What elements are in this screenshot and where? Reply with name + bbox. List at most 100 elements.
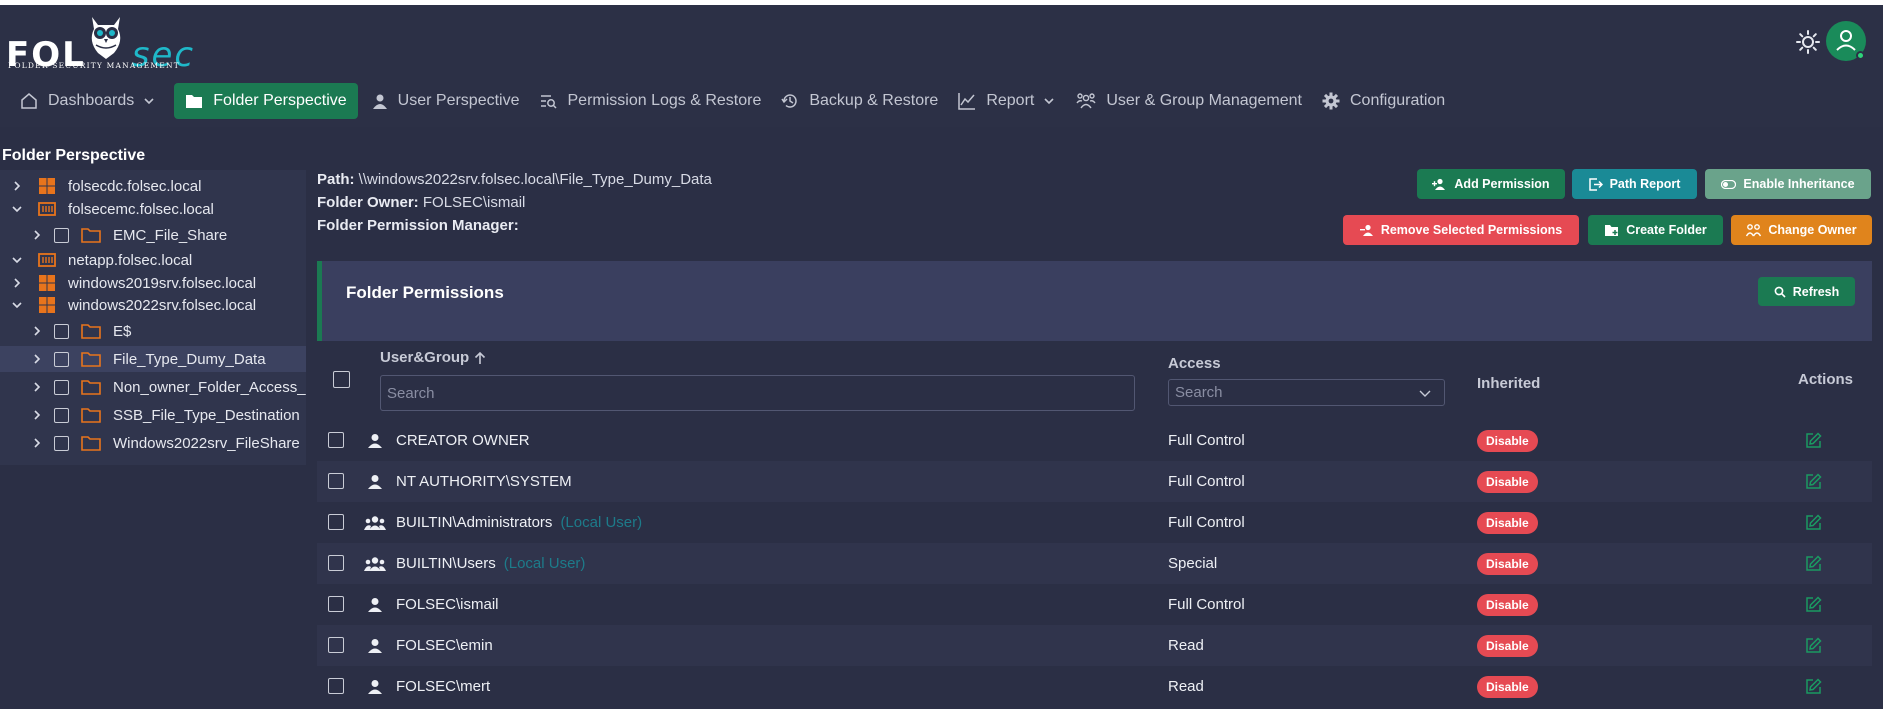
folder-tree: folsecdc.folsec.local folsecemc.folsec.l… [0,170,306,465]
table-row[interactable]: FOLSEC\ismail Full Control Disable [317,584,1872,625]
change-owner-button[interactable]: Change Owner [1731,215,1872,245]
tree-item-label: SSB_File_Type_Destination [113,406,300,424]
inherited-disable-badge[interactable]: Disable [1477,430,1538,452]
refresh-button[interactable]: Refresh [1758,277,1855,306]
chevron-right-icon[interactable] [31,353,43,365]
inherited-disable-badge[interactable]: Disable [1477,512,1538,534]
nav-report[interactable]: Report [948,83,1066,119]
chevron-right-icon[interactable] [31,325,43,337]
edit-icon[interactable] [1805,637,1822,654]
path-value: \\windows2022srv.folsec.local\File_Type_… [358,171,712,188]
row-checkbox[interactable] [328,637,344,653]
sort-ascending-icon[interactable] [473,351,487,365]
column-inherited[interactable]: Inherited [1477,375,1540,392]
user-group-search-input[interactable]: Search [380,375,1135,411]
storage-server-icon [38,253,56,267]
access-value: Read [1168,678,1204,695]
tree-item-checkbox[interactable] [54,351,69,367]
group-icon [364,516,386,530]
row-checkbox[interactable] [328,432,344,448]
tree-item-windows2022srv-fileshare[interactable]: Windows2022srv_FileShare [0,430,306,456]
nav-dashboards[interactable]: Dashboards [10,83,166,119]
table-row[interactable]: BUILTIN\Users (Local User) Special Disabl… [317,543,1872,584]
inherited-disable-badge[interactable]: Disable [1477,635,1538,657]
inherited-disable-badge[interactable]: Disable [1477,471,1538,493]
tree-item-windows2022srv[interactable]: windows2022srv.folsec.local [0,292,306,318]
edit-icon[interactable] [1805,473,1822,490]
row-checkbox[interactable] [328,678,344,694]
chevron-right-icon[interactable] [11,277,23,289]
tree-item-checkbox[interactable] [54,323,69,339]
user-name: CREATOR OWNER [396,432,530,449]
table-row[interactable]: FOLSEC\emin Read Disable [317,625,1872,666]
tree-item-checkbox[interactable] [54,227,69,243]
edit-icon[interactable] [1805,514,1822,531]
chevron-right-icon[interactable] [11,180,23,192]
chevron-down-icon[interactable] [11,203,23,215]
nav-configuration-label: Configuration [1350,92,1446,109]
chevron-right-icon[interactable] [31,229,43,241]
tree-item-non-owner-folder-access[interactable]: Non_owner_Folder_Access_ [0,374,306,400]
edit-icon[interactable] [1805,555,1822,572]
nav-user-perspective[interactable]: User Perspective [362,83,530,119]
add-users-icon [1432,178,1446,190]
inherited-disable-badge[interactable]: Disable [1477,594,1538,616]
tree-item-e-drive[interactable]: E$ [0,318,306,344]
edit-icon[interactable] [1805,678,1822,695]
enable-inheritance-button[interactable]: Enable Inheritance [1705,169,1871,199]
access-search-select[interactable]: Search [1168,379,1445,406]
row-checkbox[interactable] [328,514,344,530]
nav-folder-perspective-label: Folder Perspective [213,92,347,109]
tree-item-file-type-dumy-data[interactable]: File_Type_Dumy_Data [0,346,306,372]
user-icon [368,680,382,694]
chevron-right-icon[interactable] [31,381,43,393]
folder-owner: Folder Owner: FOLSEC\ismail [317,194,525,211]
nav-folder-perspective[interactable]: Folder Perspective [174,83,358,119]
folsec-logo[interactable]: FOL sec FOLDER SECURITY MANAGEMENT [6,11,206,75]
user-icon [368,475,382,489]
tree-item-checkbox[interactable] [54,379,69,395]
table-row[interactable]: NT AUTHORITY\SYSTEM Full Control Disable [317,461,1872,502]
tree-item-label: EMC_File_Share [113,226,228,244]
tree-item-ssb-file-type-destination[interactable]: SSB_File_Type_Destination [0,402,306,428]
row-checkbox[interactable] [328,473,344,489]
table-row[interactable]: BUILTIN\Administrators (Local User) Full … [317,502,1872,543]
select-all-checkbox[interactable] [333,371,350,388]
path-label: Path: [317,171,355,188]
remove-selected-permissions-button[interactable]: Remove Selected Permissions [1343,215,1579,245]
inherited-disable-badge[interactable]: Disable [1477,553,1538,575]
path-report-button[interactable]: Path Report [1572,169,1697,199]
nav-backup-restore[interactable]: Backup & Restore [771,83,948,119]
create-folder-button[interactable]: Create Folder [1588,215,1723,245]
inherited-disable-badge[interactable]: Disable [1477,676,1538,698]
tree-item-checkbox[interactable] [54,435,69,451]
tree-item-emc-file-share[interactable]: EMC_File_Share [0,222,306,248]
chevron-down-icon[interactable] [11,254,23,266]
edit-icon[interactable] [1805,432,1822,449]
row-checkbox[interactable] [328,555,344,571]
sun-theme-icon[interactable] [1795,29,1821,55]
chevron-down-icon[interactable] [11,299,23,311]
column-user-group[interactable]: User&Group [380,349,487,366]
permissions-table-header: User&Group Search Access Search Inherite… [317,341,1872,420]
nav-permission-logs[interactable]: Permission Logs & Restore [530,83,772,119]
chevron-right-icon[interactable] [31,409,43,421]
tree-item-folsecemc[interactable]: folsecemc.folsec.local [0,196,306,222]
chevron-right-icon[interactable] [31,437,43,449]
folder-path: Path: \\windows2022srv.folsec.local\File… [317,171,712,188]
users-icon [1076,93,1096,109]
table-row[interactable]: CREATOR OWNER Full Control Disable [317,420,1872,461]
table-row[interactable]: FOLSEC\mert Read Disable [317,666,1872,707]
row-checkbox[interactable] [328,596,344,612]
nav-user-group-management[interactable]: User & Group Management [1066,83,1312,119]
add-permission-button[interactable]: Add Permission [1417,169,1565,199]
column-access[interactable]: Access [1168,355,1221,372]
tree-item-checkbox[interactable] [54,407,69,423]
edit-icon[interactable] [1805,596,1822,613]
tree-item-label: Windows2022srv_FileShare [113,434,300,452]
nav-configuration[interactable]: Configuration [1312,83,1455,119]
chevron-down-icon [144,98,154,105]
windows-server-icon [39,178,55,194]
tree-item-label: windows2019srv.folsec.local [68,274,257,292]
chevron-down-icon [1044,98,1054,105]
